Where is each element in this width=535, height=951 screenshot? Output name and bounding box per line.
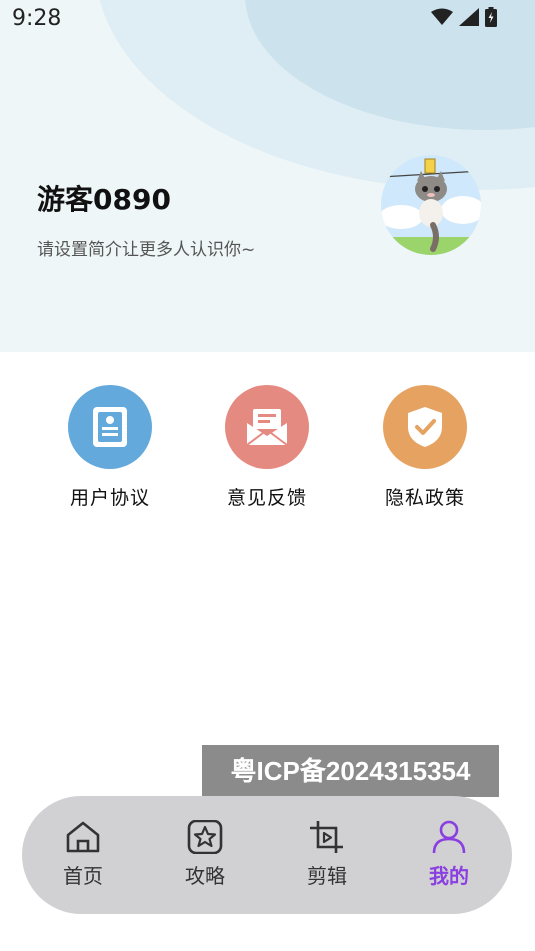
mail-icon bbox=[225, 385, 309, 469]
username: 游客0890 bbox=[37, 183, 171, 216]
avatar[interactable] bbox=[381, 155, 481, 255]
status-bar: 9:28 bbox=[0, 0, 535, 38]
user-agreement-button[interactable]: 用户协议 bbox=[50, 385, 170, 510]
profile-header: 9:28 游客0890 请设置简介让更多人认识你~ bbox=[0, 0, 535, 352]
tab-mine[interactable]: 我的 bbox=[404, 820, 494, 889]
privacy-policy-button[interactable]: 隐私政策 bbox=[365, 385, 485, 510]
wifi-icon bbox=[431, 8, 453, 26]
user-agreement-label: 用户协议 bbox=[69, 487, 150, 509]
privacy-policy-label: 隐私政策 bbox=[384, 487, 465, 509]
tab-home-label: 首页 bbox=[63, 864, 103, 888]
tab-guide[interactable]: 攻略 bbox=[160, 820, 250, 889]
tab-home[interactable]: 首页 bbox=[38, 820, 128, 889]
tab-edit[interactable]: 剪辑 bbox=[282, 820, 372, 889]
quick-actions: 用户协议 意见反馈 隐私政策 bbox=[0, 385, 535, 525]
bottom-tab-bar: 首页 攻略 剪辑 我的 bbox=[22, 796, 512, 914]
profile-bio[interactable]: 请设置简介让更多人认识你~ bbox=[37, 235, 255, 260]
tab-mine-label: 我的 bbox=[429, 864, 469, 888]
status-time: 9:28 bbox=[12, 6, 62, 31]
home-icon bbox=[65, 820, 101, 854]
tab-guide-label: 攻略 bbox=[185, 864, 225, 888]
status-icons bbox=[431, 7, 497, 27]
icp-watermark: 粤ICP备2024315354 bbox=[202, 745, 499, 797]
feedback-label: 意见反馈 bbox=[226, 487, 307, 509]
cat-avatar-image bbox=[381, 155, 481, 255]
tab-edit-label: 剪辑 bbox=[307, 864, 347, 888]
battery-icon bbox=[485, 7, 497, 27]
user-icon bbox=[431, 820, 467, 854]
feedback-button[interactable]: 意见反馈 bbox=[207, 385, 327, 510]
star-icon bbox=[187, 820, 223, 854]
signal-icon bbox=[459, 8, 479, 26]
shield-check-icon bbox=[383, 385, 467, 469]
document-icon bbox=[68, 385, 152, 469]
crop-icon bbox=[309, 820, 345, 854]
